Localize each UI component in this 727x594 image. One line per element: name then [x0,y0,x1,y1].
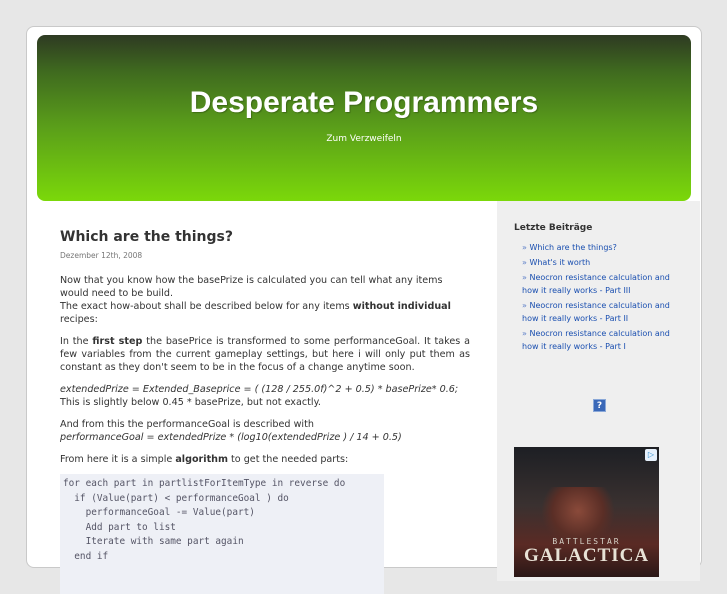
paragraph: extendedPrize = Extended_Baseprice = ( (… [60,383,470,409]
post-date: Dezember 12th, 2008 [60,251,143,260]
sidebar: Letzte Beiträge » Which are the things? … [497,201,700,581]
paragraph: From here it is a simple algorithm to ge… [60,453,470,466]
paragraph-text: Now that you know how the basePrize is c… [60,275,443,299]
sidebar-title: Letzte Beiträge [514,223,593,233]
arrow-icon: » [522,329,527,338]
code-block: for each part in partlistForItemType in … [60,474,384,594]
recent-post-link[interactable]: » What's it worth [522,256,684,269]
bold-text: first step [92,336,143,347]
arrow-icon: » [522,301,527,310]
recent-post-link[interactable]: » Neocron resistance calculation and how… [522,299,684,325]
recent-posts-list: » Which are the things? » What's it wort… [522,241,684,353]
page-container: Desperate Programmers Zum Verzweifeln Le… [26,26,702,594]
post-content: Which are the things? Dezember 12th, 200… [60,229,470,594]
paragraph-text: to get the needed parts: [227,454,349,465]
recent-post-label[interactable]: Which are the things? [529,243,616,252]
code-line: for each part in partlistForItemType in … [63,478,346,489]
bold-text: algorithm [175,454,228,465]
code-line: end if [63,550,109,562]
paragraph-text: And from this the performanceGoal is des… [60,419,314,430]
recent-post-label[interactable]: Neocron resistance calculation and how i… [522,273,670,295]
paragraph-text: In the [60,336,93,347]
paragraph-text: The exact how-about shall be described b… [60,301,353,312]
recent-post-link[interactable]: » Which are the things? [522,241,684,254]
formula-text: extendedPrize = Extended_Baseprice = ( (… [60,384,459,395]
post-title[interactable]: Which are the things? [60,229,470,245]
adchoices-icon[interactable]: ▷ [645,449,657,461]
code-line: Add part to list [63,521,176,533]
bold-text: without individual [352,301,451,312]
arrow-icon: » [522,243,527,252]
paragraph: And from this the performanceGoal is des… [60,418,470,444]
paragraph-text: This is slightly below 0.45 * basePrize,… [60,397,321,408]
arrow-icon: » [522,273,527,282]
code-line: if (Value(part) < performanceGoal ) do [63,492,289,504]
recent-post-label[interactable]: Neocron resistance calculation and how i… [522,329,670,351]
paragraph: Now that you know how the basePrize is c… [60,274,470,326]
recent-post-link[interactable]: » Neocron resistance calculation and how… [522,327,684,353]
code-line: performanceGoal -= Value(part) [63,507,255,519]
paragraph-text: From here it is a simple [60,454,176,465]
advertisement-banner[interactable]: ▷ BATTLESTAR GALACTICA [514,447,659,577]
arrow-icon: » [522,258,527,267]
recent-post-link[interactable]: » Neocron resistance calculation and how… [522,271,684,297]
formula-text: performanceGoal = extendedPrize * (log10… [60,432,402,443]
blog-title[interactable]: Desperate Programmers [37,86,691,120]
recent-post-label[interactable]: Neocron resistance calculation and how i… [522,301,670,323]
code-line: Iterate with same part again [63,536,244,548]
header-banner: Desperate Programmers Zum Verzweifeln [37,35,691,201]
paragraph: In the first step the basePrice is trans… [60,335,470,374]
blog-description: Zum Verzweifeln [326,134,402,144]
recent-post-label[interactable]: What's it worth [529,258,590,267]
help-icon[interactable]: ? [593,399,606,412]
ad-text-line2: GALACTICA [523,545,650,566]
paragraph-text: recipes: [60,314,98,325]
